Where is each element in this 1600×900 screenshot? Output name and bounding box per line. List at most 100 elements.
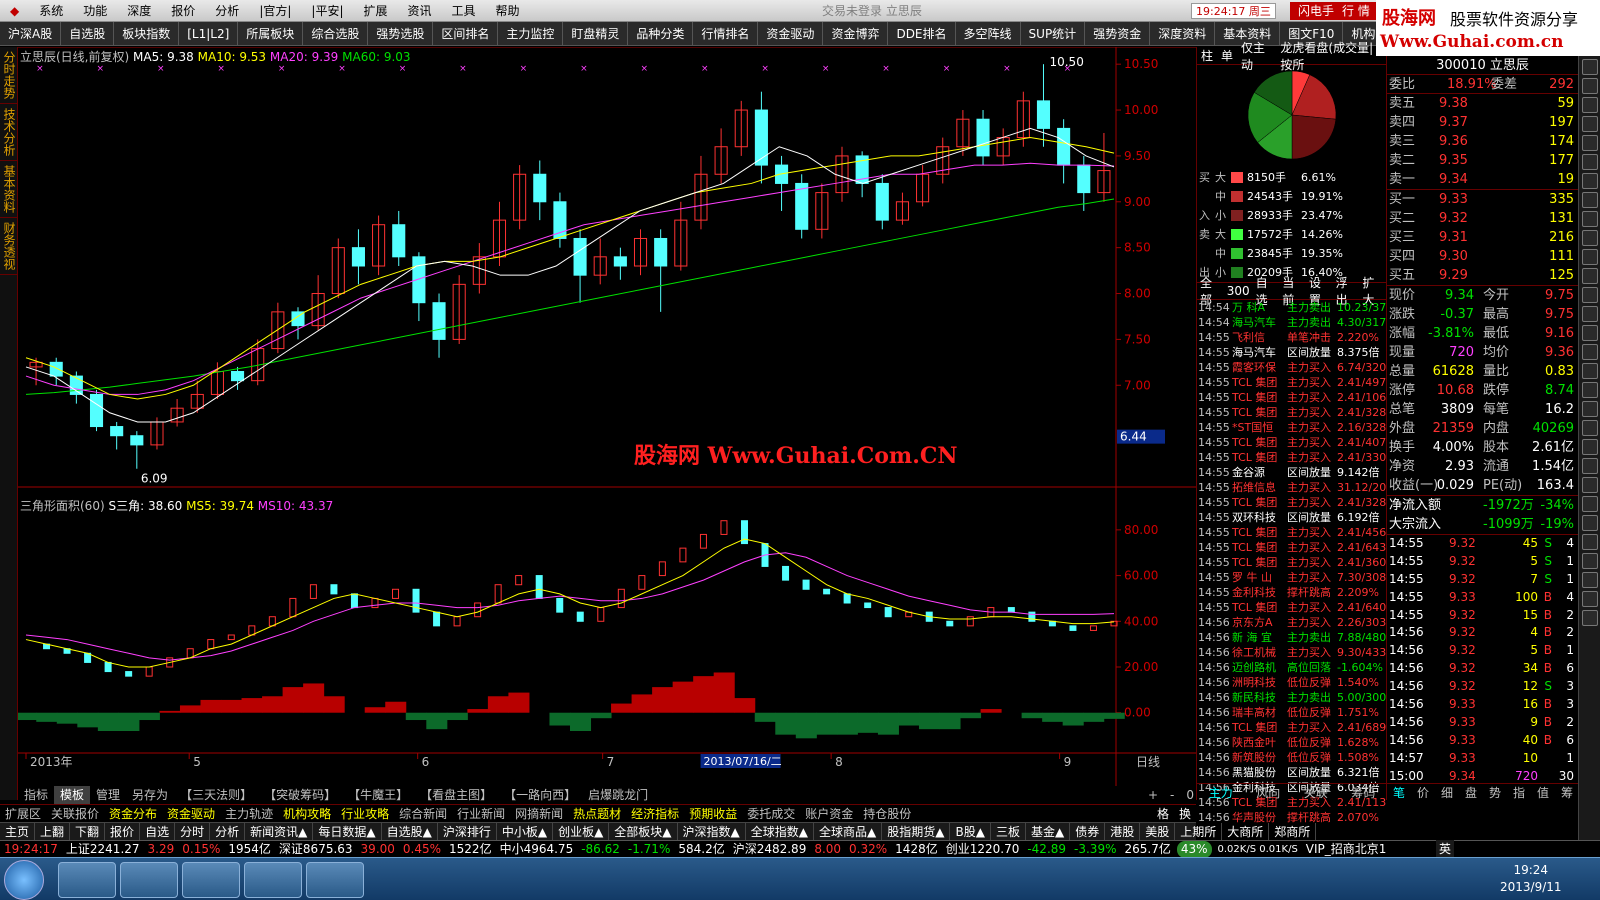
taskbar-clock[interactable]: 19:24 2013/9/11: [1500, 862, 1562, 896]
toolbar-1[interactable]: 自选股: [61, 21, 115, 46]
flow-row[interactable]: 14:55 TCL 集团 主力买入 2.41/328: [1197, 405, 1386, 420]
tool-icon-19[interactable]: [1581, 420, 1598, 436]
tool-icon-24[interactable]: [1581, 515, 1598, 531]
vip-server[interactable]: VIP_招商北京1: [1302, 841, 1391, 858]
quote-bottom-tab-5[interactable]: 指: [1507, 784, 1531, 801]
taskbar-app-stock[interactable]: [58, 862, 116, 898]
flow-row[interactable]: 14:55 TCL 集团 主力买入 2.41/456: [1197, 525, 1386, 540]
ime-indicator[interactable]: 英: [1436, 840, 1455, 857]
toolbar-3[interactable]: [L1|L2]: [179, 21, 239, 46]
menu-0[interactable]: 系统: [29, 0, 73, 22]
info-tab-4[interactable]: 主力轨迹: [220, 805, 278, 823]
nav-10[interactable]: 沪深排行: [438, 822, 497, 841]
flow-row[interactable]: 14:55 霞客环保 主力买入 6.74/320: [1197, 360, 1386, 375]
mf-bottom-tab-3[interactable]: 筹码: [1340, 784, 1388, 801]
menu-7[interactable]: 工具: [442, 0, 486, 22]
vtab-1[interactable]: 技术分析: [0, 104, 18, 161]
indicator-tab-4[interactable]: 【三天法则】: [174, 786, 258, 804]
quote-bottom-tab-4[interactable]: 势: [1483, 784, 1507, 801]
nav-19[interactable]: 三板: [991, 822, 1026, 841]
toolbar-15[interactable]: 多空阵线: [956, 21, 1021, 46]
info-tab-0[interactable]: 扩展区: [0, 805, 46, 823]
flow-row[interactable]: 14:56 洲明科技 低位反弹 1.540%: [1197, 675, 1386, 690]
taskbar-app-browser[interactable]: [120, 862, 178, 898]
toolbar-2[interactable]: 板块指数: [114, 21, 180, 46]
flow-row[interactable]: 14:56 新筑股份 低位反弹 1.508%: [1197, 750, 1386, 765]
zoom-control-1[interactable]: -: [1164, 788, 1180, 802]
nav-18[interactable]: B股▲: [950, 822, 991, 841]
menu-3[interactable]: 报价: [161, 0, 205, 22]
flow-row[interactable]: 14:55 TCL 集团 主力买入 2.41/643: [1197, 540, 1386, 555]
toolbar-6[interactable]: 强势选股: [368, 21, 434, 46]
flow-row[interactable]: 14:56 TCL 集团 主力买入 2.41/689: [1197, 720, 1386, 735]
indicator-tab-0[interactable]: 指标: [18, 786, 54, 804]
quote-bottom-tab-0[interactable]: 笔: [1387, 784, 1411, 801]
tool-icon-2[interactable]: [1581, 97, 1598, 113]
toolbar-7[interactable]: 区间排名: [433, 21, 499, 46]
tool-icon-10[interactable]: [1581, 249, 1598, 265]
toolbar-10[interactable]: 品种分类: [628, 21, 694, 46]
toolbar-13[interactable]: 资金博弈: [823, 21, 889, 46]
flow-row[interactable]: 14:55 TCL 集团 主力买入 2.41/640: [1197, 600, 1386, 615]
tool-icon-1[interactable]: [1581, 78, 1598, 94]
flow-row[interactable]: 14:56 新 海 宜 主力卖出 7.88/480: [1197, 630, 1386, 645]
info-tab-1[interactable]: 关联报价: [46, 805, 104, 823]
menu-5[interactable]: 扩展: [354, 0, 398, 22]
tool-icon-20[interactable]: [1581, 439, 1598, 455]
tool-icon-21[interactable]: [1581, 458, 1598, 474]
mf-bottom-tab-2[interactable]: 关联: [1292, 784, 1340, 801]
indicator-tab-3[interactable]: 另存为: [126, 786, 174, 804]
nav-13[interactable]: 全部板块▲: [609, 822, 678, 841]
app-logo-icon[interactable]: ◆: [0, 0, 29, 22]
info-tab-8[interactable]: 行业新闻: [452, 805, 510, 823]
nav-23[interactable]: 美股: [1140, 822, 1176, 841]
nav-5[interactable]: 分时: [175, 822, 211, 841]
tool-icon-17[interactable]: [1581, 382, 1598, 398]
menu-2[interactable]: 深度: [117, 0, 161, 22]
tool-icon-26[interactable]: [1581, 553, 1598, 569]
menu-bracket-0[interactable]: |官方|: [249, 0, 301, 22]
tool-icon-6[interactable]: [1581, 173, 1598, 189]
quote-bottom-tab-3[interactable]: 盘: [1459, 784, 1483, 801]
flow-row[interactable]: 14:56 新民科技 主力卖出 5.00/300: [1197, 690, 1386, 705]
flow-filter-1[interactable]: 300: [1224, 284, 1253, 298]
mf-bottom-tab-1[interactable]: 风向: [1245, 784, 1293, 801]
flow-row[interactable]: 14:55 TCL 集团 主力买入 2.41/407: [1197, 435, 1386, 450]
tool-icon-27[interactable]: [1581, 572, 1598, 588]
indicator-tab-5[interactable]: 【突破筹码】: [258, 786, 342, 804]
vtab-2[interactable]: 基本资料: [0, 161, 18, 218]
tool-icon-3[interactable]: [1581, 116, 1598, 132]
quote-bottom-tab-6[interactable]: 值: [1531, 784, 1555, 801]
nav-1[interactable]: 上翻: [35, 822, 71, 841]
flow-row[interactable]: 14:56 陕西金叶 低位反弹 1.628%: [1197, 735, 1386, 750]
nav-25[interactable]: 大商所: [1222, 822, 1270, 841]
indicator-tab-9[interactable]: 启爆跳龙门: [582, 786, 654, 804]
quote-bottom-tab-7[interactable]: 筹: [1555, 784, 1579, 801]
info-right-0[interactable]: 格: [1152, 807, 1174, 821]
flow-row[interactable]: 14:55 金利科技 撑杆跳高 2.209%: [1197, 585, 1386, 600]
nav-7[interactable]: 新闻资讯▲: [245, 822, 314, 841]
nav-6[interactable]: 分析: [210, 822, 246, 841]
quote-bottom-tab-1[interactable]: 价: [1411, 784, 1435, 801]
info-tab-6[interactable]: 行业攻略: [336, 805, 394, 823]
flow-row[interactable]: 14:56 华声股份 撑杆跳高 2.070%: [1197, 810, 1386, 825]
info-tab-14[interactable]: 账户资金: [800, 805, 858, 823]
nav-0[interactable]: 主页: [0, 822, 36, 841]
toolbar-14[interactable]: DDE排名: [888, 21, 956, 46]
tool-icon-8[interactable]: [1581, 211, 1598, 227]
flow-row[interactable]: 14:55 罗 牛 山 主力买入 7.30/308: [1197, 570, 1386, 585]
toolbar-8[interactable]: 主力监控: [498, 21, 564, 46]
nav-15[interactable]: 全球指数▲: [746, 822, 814, 841]
flow-row[interactable]: 14:56 徐工机械 主力买入 9.30/433: [1197, 645, 1386, 660]
flow-row[interactable]: 14:56 黑猫股份 区间放量 6.321倍: [1197, 765, 1386, 780]
toolbar-0[interactable]: 沪深A股: [0, 21, 62, 46]
nav-8[interactable]: 每日数据▲: [313, 822, 382, 841]
tool-icon-11[interactable]: [1581, 268, 1598, 284]
info-tab-13[interactable]: 委托成交: [742, 805, 800, 823]
info-tab-3[interactable]: 资金驱动: [162, 805, 220, 823]
flow-row[interactable]: 14:55 金谷源 区间放量 9.142倍: [1197, 465, 1386, 480]
info-tab-5[interactable]: 机构攻略: [278, 805, 336, 823]
mf-tab-1[interactable]: 单: [1217, 47, 1237, 64]
menu-8[interactable]: 帮助: [486, 0, 530, 22]
toolbar-5[interactable]: 综合选股: [303, 21, 369, 46]
